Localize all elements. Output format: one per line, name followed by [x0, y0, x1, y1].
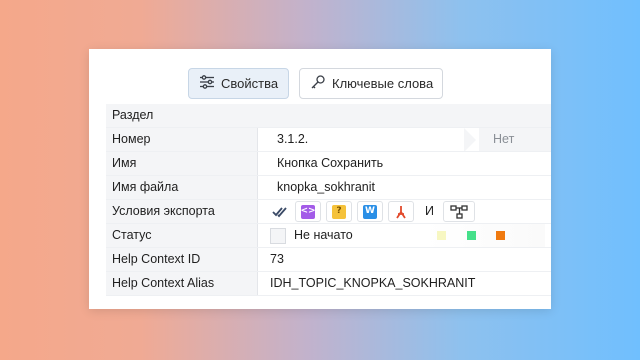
name-value[interactable]: Кнопка Сохранить	[258, 152, 551, 175]
number-label: Номер	[106, 128, 258, 151]
tab-bar: Свойства Ключевые слова	[89, 68, 551, 100]
file-name-value[interactable]: knopka_sokhranit	[258, 176, 551, 199]
file-name-label: Имя файла	[106, 176, 258, 199]
section-row: Раздел	[106, 104, 551, 128]
topic-properties-panel: Свойства Ключевые слова Раздел Номер 3.1…	[89, 49, 551, 309]
key-icon	[310, 74, 332, 93]
status-color-orange[interactable]	[496, 231, 505, 240]
tab-keywords-label: Ключевые слова	[332, 76, 434, 91]
status-label: Статус	[106, 224, 258, 247]
tab-properties[interactable]: Свойства	[188, 68, 289, 99]
status-color-picker	[425, 224, 545, 247]
number-value: 3.1.2.	[277, 132, 309, 146]
export-value: <> ? W И	[258, 200, 551, 223]
status-color-green[interactable]	[467, 231, 476, 240]
help-context-id-value[interactable]: 73	[258, 248, 551, 271]
number-row: Номер 3.1.2. Нет	[106, 128, 551, 152]
chm-help-icon[interactable]: ?	[326, 201, 352, 222]
pdf-icon[interactable]	[388, 201, 414, 222]
tab-properties-label: Свойства	[221, 76, 279, 91]
help-context-alias-value[interactable]: IDH_TOPIC_KNOPKA_SOKHRANIT	[258, 272, 551, 295]
help-context-id-label: Help Context ID	[106, 248, 258, 271]
status-value: Не начато	[294, 228, 353, 242]
sliders-icon	[199, 74, 221, 93]
name-row: Имя Кнопка Сохранить	[106, 152, 551, 176]
name-label: Имя	[106, 152, 258, 175]
status-value-cell: Не начато	[258, 224, 551, 247]
export-label: Условия экспорта	[106, 200, 258, 223]
status-row: Статус Не начато	[106, 224, 551, 248]
help-context-alias-row: Help Context Alias IDH_TOPIC_KNOPKA_SOKH…	[106, 272, 551, 296]
tree-structure-icon[interactable]	[442, 201, 475, 222]
section-label: Раздел	[106, 104, 551, 127]
file-name-row: Имя файла knopka_sokhranit	[106, 176, 551, 200]
help-context-alias-label: Help Context Alias	[106, 272, 258, 295]
status-color-yellow[interactable]	[437, 231, 446, 240]
properties-grid: Раздел Номер 3.1.2. Нет Имя Кнопка Сохра…	[106, 104, 551, 296]
number-arrow	[464, 128, 476, 151]
number-value-cell[interactable]: 3.1.2. Нет	[258, 128, 551, 151]
tab-keywords[interactable]: Ключевые слова	[299, 68, 443, 99]
number-next[interactable]: Нет	[479, 128, 551, 151]
checks-icon[interactable]	[270, 201, 290, 222]
word-icon[interactable]: W	[357, 201, 383, 222]
and-label: И	[425, 204, 434, 218]
export-row: Условия экспорта <> ? W И	[106, 200, 551, 224]
help-context-id-row: Help Context ID 73	[106, 248, 551, 272]
html-icon[interactable]: <>	[295, 201, 321, 222]
status-checkbox[interactable]	[270, 227, 286, 244]
